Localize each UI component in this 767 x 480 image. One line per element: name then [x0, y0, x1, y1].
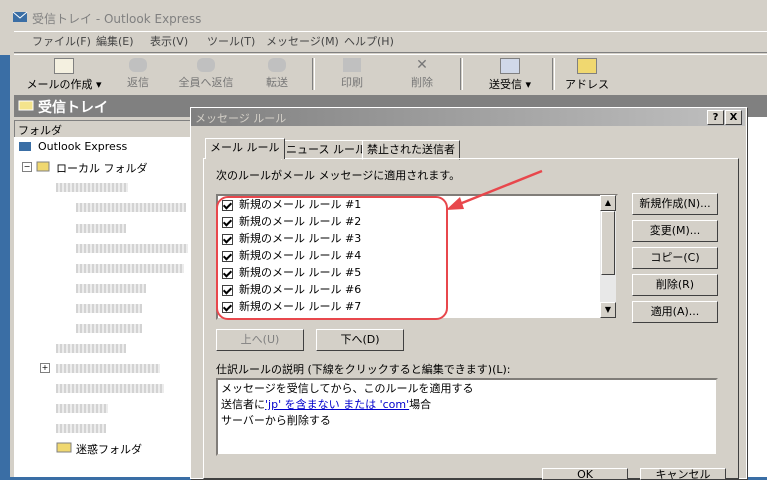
send-receive-icon — [500, 58, 520, 74]
desc-line-2: 送信者に'jp' を含まない または 'com'場合 — [221, 398, 432, 411]
tree-item-outlook-express[interactable]: Outlook Express — [38, 140, 127, 153]
desc-line-1: メッセージを受信してから、このルールを適用する — [221, 382, 474, 395]
move-up-button[interactable]: 上へ(U) — [216, 329, 304, 351]
close-button[interactable]: X — [725, 110, 742, 125]
tree-item-obscured[interactable] — [56, 404, 108, 413]
local-folders-icon — [36, 161, 50, 172]
outlook-express-icon — [19, 142, 31, 151]
inbox-icon — [18, 100, 34, 111]
tree-item-local-folders[interactable]: ローカル フォルダ — [56, 160, 148, 176]
sender-condition-link[interactable]: 'jp' を含まない または 'com' — [265, 398, 409, 411]
desc-line-3: サーバーから削除する — [221, 414, 331, 427]
copy-rule-button[interactable]: コピー(C) — [632, 247, 718, 269]
tree-item-obscured[interactable] — [76, 203, 186, 212]
forward-button[interactable]: 転送 — [257, 56, 297, 92]
outlook-express-icon — [12, 11, 28, 22]
tree-item-obscured[interactable] — [56, 384, 164, 393]
reply-all-icon — [197, 58, 215, 72]
forward-icon — [268, 58, 286, 72]
printer-icon — [343, 58, 361, 72]
modify-rule-button[interactable]: 変更(M)... — [632, 220, 718, 242]
collapse-toggle[interactable]: − — [22, 162, 32, 172]
tree-item-obscured[interactable] — [76, 244, 188, 253]
tree-item-junk[interactable]: 迷惑フォルダ — [76, 441, 142, 457]
tree-item-obscured[interactable] — [56, 344, 126, 353]
remove-rule-button[interactable]: 削除(R) — [632, 274, 718, 296]
scroll-up-arrow-icon[interactable]: ▲ — [600, 195, 616, 211]
address-book-button[interactable]: アドレス — [562, 56, 612, 92]
message-list-edge — [746, 117, 767, 477]
move-down-button[interactable]: 下へ(D) — [316, 329, 404, 351]
tab-blocked-senders[interactable]: 禁止された送信者 — [362, 140, 460, 160]
toolbar-separator — [552, 58, 555, 90]
rules-caption: 次のルールがメール メッセージに適用されます。 — [216, 169, 461, 182]
desktop-strip — [0, 55, 10, 477]
menu-help[interactable]: ヘルプ(H) — [344, 33, 394, 49]
tree-item-obscured[interactable] — [76, 284, 146, 293]
new-mail-icon — [54, 58, 74, 74]
tree-item-obscured[interactable] — [56, 424, 106, 433]
delete-button[interactable]: ✕ 削除 — [400, 56, 444, 92]
tab-mail-rules[interactable]: メール ルール — [205, 138, 285, 159]
toolbar-separator — [312, 58, 315, 90]
address-book-icon — [577, 58, 597, 74]
rule-description-caption: 仕訳ルールの説明 (下線をクリックすると編集できます)(L): — [216, 363, 511, 376]
reply-icon — [129, 58, 147, 72]
tab-news-rules[interactable]: ニュース ルール — [281, 140, 371, 160]
window-title: 受信トレイ - Outlook Express — [32, 12, 202, 26]
annotation-highlight — [216, 196, 448, 320]
scroll-down-arrow-icon[interactable]: ▼ — [600, 302, 616, 318]
toolbar-separator — [460, 58, 463, 90]
menu-tools[interactable]: ツール(T) — [207, 33, 255, 49]
apply-rule-button[interactable]: 適用(A)... — [632, 301, 718, 323]
menu-view[interactable]: 表示(V) — [150, 33, 188, 49]
ok-button[interactable]: OK — [542, 468, 628, 480]
tree-item-obscured[interactable] — [56, 183, 128, 192]
send-receive-button[interactable]: 送受信 ▾ — [474, 56, 546, 92]
dialog-title: メッセージ ルール — [195, 112, 287, 125]
print-button[interactable]: 印刷 — [330, 56, 374, 92]
folder-pane-header-label: フォルダ — [18, 124, 62, 137]
tree-item-obscured[interactable] — [76, 304, 142, 313]
tree-item-obscured[interactable] — [76, 264, 184, 273]
create-mail-button[interactable]: メールの作成 ▾ — [22, 56, 106, 92]
scrollbar-thumb[interactable] — [601, 211, 615, 275]
menu-message[interactable]: メッセージ(M) — [266, 33, 339, 49]
current-folder-title: 受信トレイ — [38, 100, 108, 116]
junk-folder-icon — [56, 442, 72, 453]
delete-x-icon: ✕ — [416, 57, 428, 73]
help-button[interactable]: ? — [707, 110, 724, 125]
rule-description-box: メッセージを受信してから、このルールを適用する 送信者に'jp' を含まない ま… — [216, 378, 718, 456]
tree-item-obscured[interactable] — [76, 224, 126, 233]
reply-all-button[interactable]: 全員へ返信 — [173, 56, 239, 92]
cancel-button[interactable]: キャンセル — [640, 468, 726, 480]
menu-edit[interactable]: 編集(E) — [96, 33, 134, 49]
reply-button[interactable]: 返信 — [118, 56, 158, 92]
menu-file[interactable]: ファイル(F) — [32, 33, 91, 49]
tree-item-obscured[interactable] — [76, 324, 142, 333]
annotation-arrow — [446, 169, 543, 210]
new-rule-button[interactable]: 新規作成(N)... — [632, 193, 718, 215]
tree-item-obscured[interactable] — [56, 364, 160, 373]
expand-toggle[interactable]: + — [40, 363, 50, 373]
